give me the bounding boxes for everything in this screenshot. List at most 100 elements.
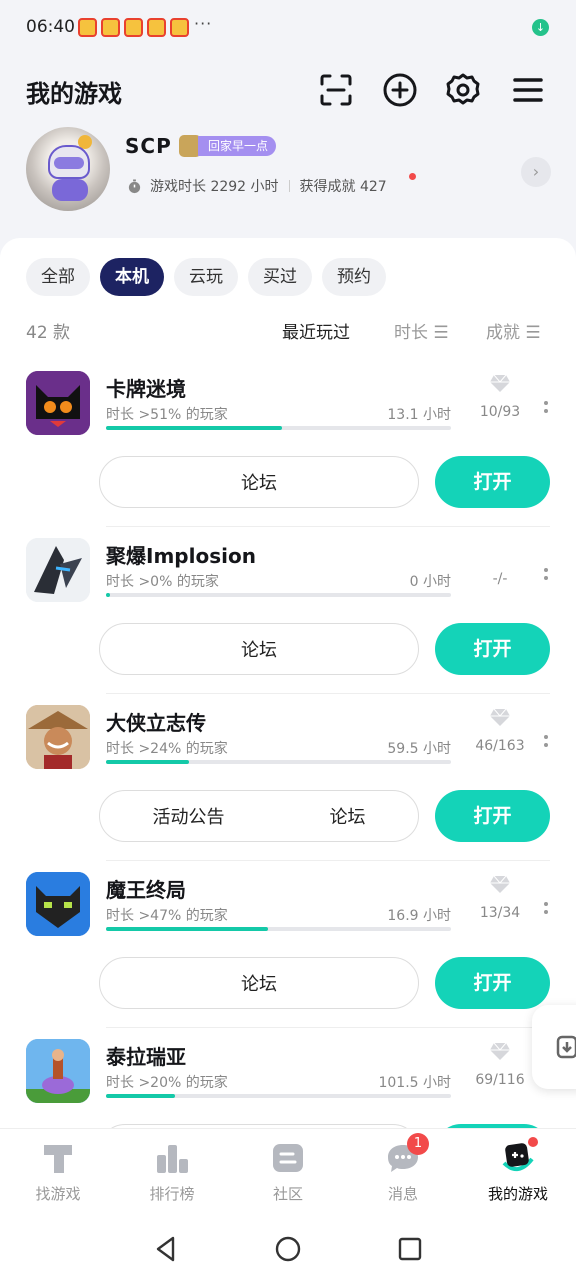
tab-cloud[interactable]: 云玩 (174, 258, 238, 296)
game-item[interactable]: 卡牌迷境 时长 >51% 的玩家 13.1 小时 10/93 论坛 打开 (0, 362, 576, 529)
weibo-notification-icon (101, 18, 120, 37)
action-pill: 论坛 (99, 456, 419, 508)
game-icon[interactable] (26, 872, 90, 936)
profile-tag: 回家早一点 (198, 136, 277, 156)
forum-button[interactable]: 论坛 (241, 636, 277, 662)
home-icon[interactable] (273, 1234, 303, 1264)
action-pill: 活动公告 论坛 (99, 790, 419, 842)
achievement-count: 10/93 (479, 404, 521, 420)
game-percentile: 时长 >51% 的玩家 (106, 407, 228, 423)
game-item[interactable]: 泰拉瑞亚 时长 >20% 的玩家 101.5 小时 69/116 论坛 打开 (0, 1030, 576, 1138)
open-button[interactable]: 打开 (435, 623, 550, 675)
forum-button[interactable]: 论坛 (241, 469, 277, 495)
tab-reserved[interactable]: 预约 (322, 258, 386, 296)
page-title: 我的游戏 (26, 80, 122, 108)
profile-section[interactable]: SCP 回家早一点 游戏时长 2292 小时 获得成就 427 › (0, 124, 576, 220)
open-button[interactable]: 打开 (435, 957, 550, 1009)
game-item[interactable]: 大侠立志传 时长 >24% 的玩家 59.5 小时 46/163 活动公告 论坛… (0, 696, 576, 863)
sort-playtime[interactable]: 时长 ☰ (394, 318, 449, 343)
profile-stats: 游戏时长 2292 小时 获得成就 427 (127, 176, 387, 196)
nav-label: 我的游戏 (487, 1185, 548, 1203)
scan-icon[interactable] (316, 70, 356, 110)
game-hours: 16.9 小时 (387, 908, 451, 924)
filter-tabs: 全部 本机 云玩 买过 预约 (26, 258, 396, 296)
find-games-icon (44, 1145, 72, 1173)
game-name: 魔王终局 (106, 878, 186, 902)
game-name: 卡牌迷境 (106, 377, 186, 401)
game-percentile: 时长 >0% 的玩家 (106, 574, 219, 590)
more-options-icon[interactable] (544, 399, 552, 413)
achievement-text: 获得成就 427 (299, 179, 387, 195)
action-pill: 论坛 (99, 623, 419, 675)
open-button[interactable]: 打开 (435, 456, 550, 508)
my-games-dot (528, 1137, 538, 1147)
action-pill: 论坛 (99, 957, 419, 1009)
top-bar: 我的游戏 (0, 62, 576, 118)
status-time: 06:40 (26, 17, 75, 37)
tab-all[interactable]: 全部 (26, 258, 90, 296)
bottom-nav: 找游戏 排行榜 社区 消息 1 我的游戏 (0, 1128, 576, 1220)
community-icon (273, 1144, 303, 1172)
weibo-notification-icon (78, 18, 97, 37)
chevron-right-icon[interactable]: › (521, 157, 551, 187)
weibo-notification-icon (170, 18, 189, 37)
add-icon[interactable] (380, 70, 420, 110)
open-button[interactable]: 打开 (435, 790, 550, 842)
nav-messages[interactable]: 消息 (353, 1141, 453, 1204)
more-notifications-icon: ··· (194, 14, 213, 33)
game-count: 42 款 (26, 323, 71, 343)
forum-button[interactable]: 论坛 (241, 970, 277, 996)
achievement-count: 13/34 (479, 905, 521, 921)
messages-badge: 1 (407, 1133, 429, 1155)
game-hours: 101.5 小时 (378, 1075, 451, 1091)
achievement-gem-icon (490, 1042, 510, 1060)
game-percentile: 时长 >47% 的玩家 (106, 908, 228, 924)
back-icon[interactable] (151, 1234, 181, 1264)
nav-rankings[interactable]: 排行榜 (122, 1141, 222, 1204)
nav-my-games[interactable]: 我的游戏 (468, 1141, 568, 1204)
sort-recent[interactable]: 最近玩过 (282, 318, 350, 343)
sort-row: 42 款 最近玩过 时长 ☰ 成就 ☰ (0, 318, 576, 344)
game-icon[interactable] (26, 1039, 90, 1103)
achievement-gem-icon (490, 875, 510, 893)
game-hours: 59.5 小时 (387, 741, 451, 757)
more-options-icon[interactable] (544, 900, 552, 914)
playtime-bar (106, 760, 451, 764)
nav-community[interactable]: 社区 (238, 1141, 338, 1204)
system-nav-bar (0, 1220, 576, 1280)
game-name: 泰拉瑞亚 (106, 1045, 186, 1069)
tab-purchased[interactable]: 买过 (248, 258, 312, 296)
download-status-icon: ↓ (532, 19, 549, 36)
game-name: 聚爆Implosion (106, 544, 256, 568)
game-icon[interactable] (26, 371, 90, 435)
recents-icon[interactable] (395, 1234, 425, 1264)
more-options-icon[interactable] (544, 733, 552, 747)
game-icon[interactable] (26, 705, 90, 769)
avatar[interactable] (26, 127, 110, 211)
menu-icon[interactable] (508, 70, 548, 110)
achievement-gem-icon (490, 708, 510, 726)
sort-achievements[interactable]: 成就 ☰ (486, 318, 541, 343)
game-item[interactable]: 聚爆Implosion 时长 >0% 的玩家 0 小时 -/- 论坛 打开 (0, 529, 576, 696)
weibo-notification-icon (147, 18, 166, 37)
nav-label: 排行榜 (149, 1185, 195, 1203)
nav-find-games[interactable]: 找游戏 (8, 1141, 108, 1204)
game-icon[interactable] (26, 538, 90, 602)
more-options-icon[interactable] (544, 566, 552, 580)
game-hours: 0 小时 (409, 574, 451, 590)
forum-button[interactable]: 论坛 (330, 803, 366, 829)
game-percentile: 时长 >24% 的玩家 (106, 741, 228, 757)
playtime-bar (106, 426, 451, 430)
settings-icon[interactable] (443, 70, 483, 110)
achievement-new-dot (409, 173, 416, 180)
game-percentile: 时长 >20% 的玩家 (106, 1075, 228, 1091)
tab-local[interactable]: 本机 (100, 258, 164, 296)
game-hours: 13.1 小时 (387, 407, 451, 423)
row-divider (106, 860, 550, 861)
floating-download-widget[interactable] (532, 1005, 576, 1089)
achievement-gem-icon (490, 374, 510, 392)
game-item[interactable]: 魔王终局 时长 >47% 的玩家 16.9 小时 13/34 论坛 打开 (0, 863, 576, 1030)
announcement-button[interactable]: 活动公告 (153, 803, 225, 829)
status-bar: 06:40 ··· ↓ (0, 0, 576, 56)
row-divider (106, 693, 550, 694)
